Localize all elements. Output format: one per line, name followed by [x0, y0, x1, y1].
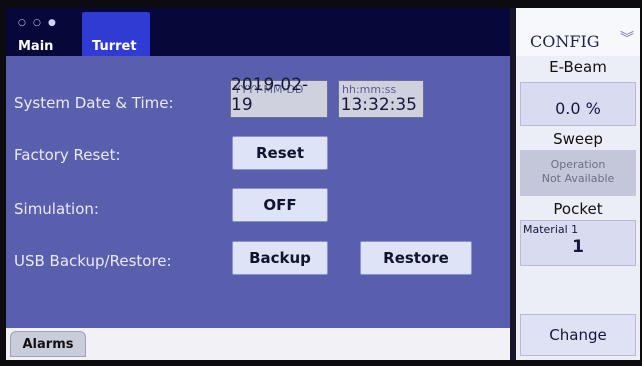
reset-button[interactable]: Reset: [232, 136, 328, 170]
simulation-toggle[interactable]: OFF: [232, 188, 328, 222]
usb-backup-restore-label: USB Backup/Restore:: [14, 252, 172, 270]
sweep-status: Operation Not Available: [520, 150, 636, 196]
backup-button[interactable]: Backup: [232, 241, 328, 275]
tab-main-label: Main: [18, 39, 54, 54]
date-value: 2019-02-19: [231, 75, 309, 115]
sweep-status-line2: Not Available: [541, 172, 615, 185]
ebeam-label: E-Beam: [549, 58, 607, 76]
datetime-label: System Date & Time:: [14, 94, 174, 112]
config-header[interactable]: CONFIG ︾: [516, 8, 640, 56]
sweep-status-line1: Operation: [550, 158, 606, 171]
device-screen: ○ ○ ● Main Turret System Date & Time: YY…: [6, 8, 640, 360]
config-title: CONFIG: [530, 32, 600, 51]
tab-turret[interactable]: Turret: [82, 12, 150, 56]
restore-button[interactable]: Restore: [360, 241, 472, 275]
factory-reset-label: Factory Reset:: [14, 146, 121, 164]
tab-main[interactable]: ○ ○ ● Main: [14, 12, 64, 56]
sweep-label: Sweep: [553, 130, 603, 148]
simulation-label: Simulation:: [14, 200, 99, 218]
alarm-bar: Alarms: [6, 328, 510, 360]
time-field[interactable]: hh:mm:ss 13:32:35: [338, 80, 424, 118]
tab-bar: ○ ○ ● Main Turret: [6, 8, 510, 56]
pocket-label: Pocket: [553, 200, 603, 218]
config-panel: CONFIG ︾ E-Beam 0.0 % Sweep Operation No…: [516, 8, 640, 360]
pocket-box[interactable]: Material 1 1: [520, 220, 636, 266]
alarms-button[interactable]: Alarms: [10, 331, 86, 357]
pocket-value: 1: [572, 237, 584, 257]
change-button[interactable]: Change: [520, 314, 636, 356]
time-value: 13:32:35: [340, 95, 417, 115]
page-indicator-dots: ○ ○ ●: [18, 18, 58, 28]
ebeam-value: 0.0 %: [555, 99, 601, 118]
date-field[interactable]: YYYY-MM-DD 2019-02-19: [230, 75, 328, 118]
tab-turret-label: Turret: [92, 39, 137, 54]
settings-panel: System Date & Time: YYYY-MM-DD 2019-02-1…: [6, 56, 510, 328]
ebeam-value-box[interactable]: 0.0 %: [520, 82, 636, 126]
pocket-material: Material 1: [523, 223, 579, 236]
double-chevron-down-icon: ︾: [620, 31, 634, 47]
